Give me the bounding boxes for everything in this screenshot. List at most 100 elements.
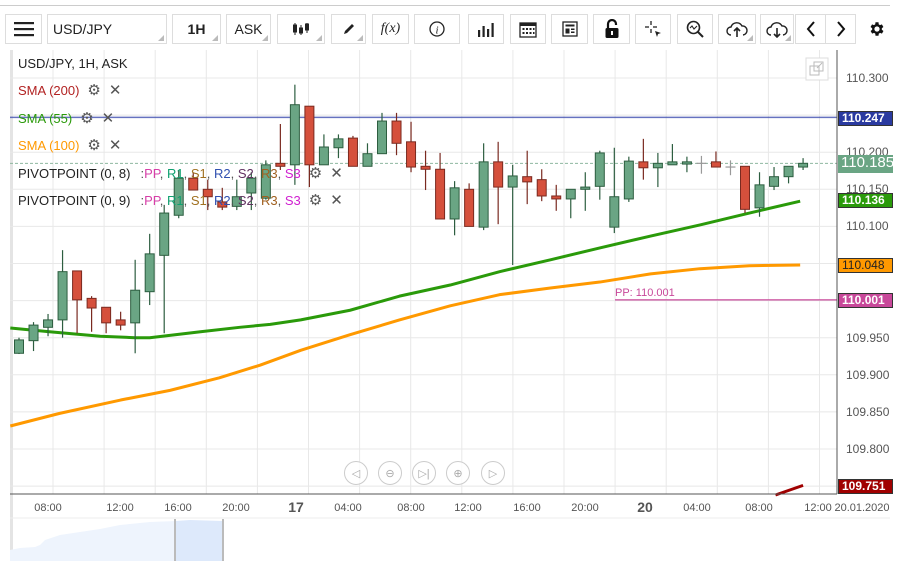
candle-body <box>740 165 750 210</box>
close-icon[interactable]: ✕ <box>102 109 115 127</box>
separator: , <box>230 192 238 208</box>
time-tick-label: 04:00 <box>334 502 362 514</box>
candle-body <box>449 187 460 220</box>
candle-body <box>580 186 591 190</box>
pivot-levels: PP, R1, S1, R2, S2, R3, S3 <box>144 166 301 181</box>
time-tick-label: 16:00 <box>164 502 192 514</box>
candle-body <box>623 160 634 200</box>
price-tick-label: 109.900 <box>846 367 890 382</box>
candle <box>667 144 678 166</box>
separator: , <box>253 192 261 208</box>
candle <box>478 143 489 231</box>
separator: , <box>277 165 285 181</box>
time-tick-label: 12:00 <box>106 502 134 514</box>
candle <box>696 155 707 174</box>
zoom-in-button[interactable]: ⊕ <box>446 461 470 485</box>
candle-body <box>43 319 54 328</box>
close-icon[interactable]: ✕ <box>109 136 122 154</box>
hline-price-label: 110.247 <box>838 111 893 126</box>
navigator-area <box>10 521 176 561</box>
candle <box>594 150 605 200</box>
candle-body <box>101 306 112 324</box>
pivot-levels: PP, R1, S1, R2, S2, R3, S3 <box>144 193 301 208</box>
sma55-price-label: 110.136 <box>838 193 893 208</box>
price-tick-label: 110.300 <box>846 71 889 85</box>
skip-end-icon: ▷| <box>418 467 430 480</box>
candle-body <box>478 161 489 228</box>
close-icon[interactable]: ✕ <box>109 81 122 99</box>
price-tick-label: 109.950 <box>846 330 890 345</box>
left-edge-handle[interactable] <box>10 50 13 561</box>
candle <box>565 188 576 219</box>
navigator-handle-right[interactable] <box>222 519 224 561</box>
scroll-right-button[interactable]: ▷ <box>481 461 505 485</box>
separator: , <box>159 165 167 181</box>
separator: , <box>206 192 214 208</box>
popout-button[interactable] <box>805 57 829 81</box>
gear-icon[interactable]: ⚙ <box>87 136 100 154</box>
candle-body <box>377 120 387 155</box>
scroll-left-button[interactable]: ◁ <box>344 461 368 485</box>
candle <box>420 150 431 191</box>
candle-body <box>667 161 678 166</box>
time-tick-label: 04:00 <box>683 502 711 514</box>
time-tick-label: 08:00 <box>397 502 425 514</box>
close-icon[interactable]: ✕ <box>330 164 343 182</box>
candle <box>28 322 39 352</box>
gear-icon[interactable]: ⚙ <box>87 81 100 99</box>
separator: , <box>230 165 238 181</box>
candle-body <box>638 161 649 169</box>
time-tick-label: 20 <box>637 499 653 515</box>
triangle-left-icon: ◁ <box>351 467 361 480</box>
candle <box>377 112 387 155</box>
candle <box>638 138 649 180</box>
candle-body <box>318 146 329 166</box>
navigator-selection[interactable] <box>176 520 222 561</box>
candle <box>86 296 97 332</box>
pivot2-label: PIVOTPOINT (0, 9) <box>18 192 131 208</box>
current-price-label: 110.185 <box>838 155 894 173</box>
zoom-out-icon: ⊖ <box>385 467 395 480</box>
zoom-in-icon: ⊕ <box>453 467 463 480</box>
legend-sma55: SMA (55) ⚙ ✕ <box>18 109 114 127</box>
candle-body <box>754 184 765 209</box>
go-to-latest-button[interactable]: ▷| <box>412 461 436 485</box>
legend-pivot1: PIVOTPOINT (0, 8): PP, R1, S1, R2, S2, R… <box>18 164 343 182</box>
sma200-label: SMA (200) <box>18 82 80 98</box>
candle-body <box>769 176 780 187</box>
zoom-out-button[interactable]: ⊖ <box>378 461 402 485</box>
candle-body <box>362 153 373 167</box>
close-icon[interactable]: ✕ <box>330 191 343 209</box>
pivot-level-s2: S2 <box>237 192 254 208</box>
candle <box>14 337 24 355</box>
candle-body <box>507 175 518 188</box>
pp-price-label: 110.001 <box>838 293 893 308</box>
pivot-level-s1: S1 <box>190 165 207 181</box>
separator: , <box>253 165 261 181</box>
candle <box>130 259 141 354</box>
separator: , <box>183 192 191 208</box>
separator: , <box>159 192 167 208</box>
pivot-level-r3: R3 <box>260 165 278 181</box>
pivot-level-r2: R2 <box>213 165 231 181</box>
candle <box>347 135 358 167</box>
pivot-level-r2: R2 <box>213 192 231 208</box>
navigator-handle-left[interactable] <box>174 519 176 561</box>
candle-body <box>652 162 663 169</box>
gear-icon[interactable]: ⚙ <box>309 191 322 209</box>
candle-body <box>304 105 315 166</box>
candle-body <box>86 297 97 309</box>
candle-body <box>522 176 533 183</box>
candle-body <box>609 196 620 228</box>
candle-body <box>536 179 547 197</box>
candle-body <box>681 161 692 165</box>
candle-body <box>72 270 83 301</box>
candle <box>580 172 591 211</box>
gear-icon[interactable]: ⚙ <box>80 109 93 127</box>
candle <box>101 306 112 334</box>
gear-icon[interactable]: ⚙ <box>309 164 322 182</box>
separator: , <box>277 192 285 208</box>
pivot-level-s3: S3 <box>284 192 301 208</box>
candle <box>551 184 562 211</box>
candle <box>115 311 126 331</box>
